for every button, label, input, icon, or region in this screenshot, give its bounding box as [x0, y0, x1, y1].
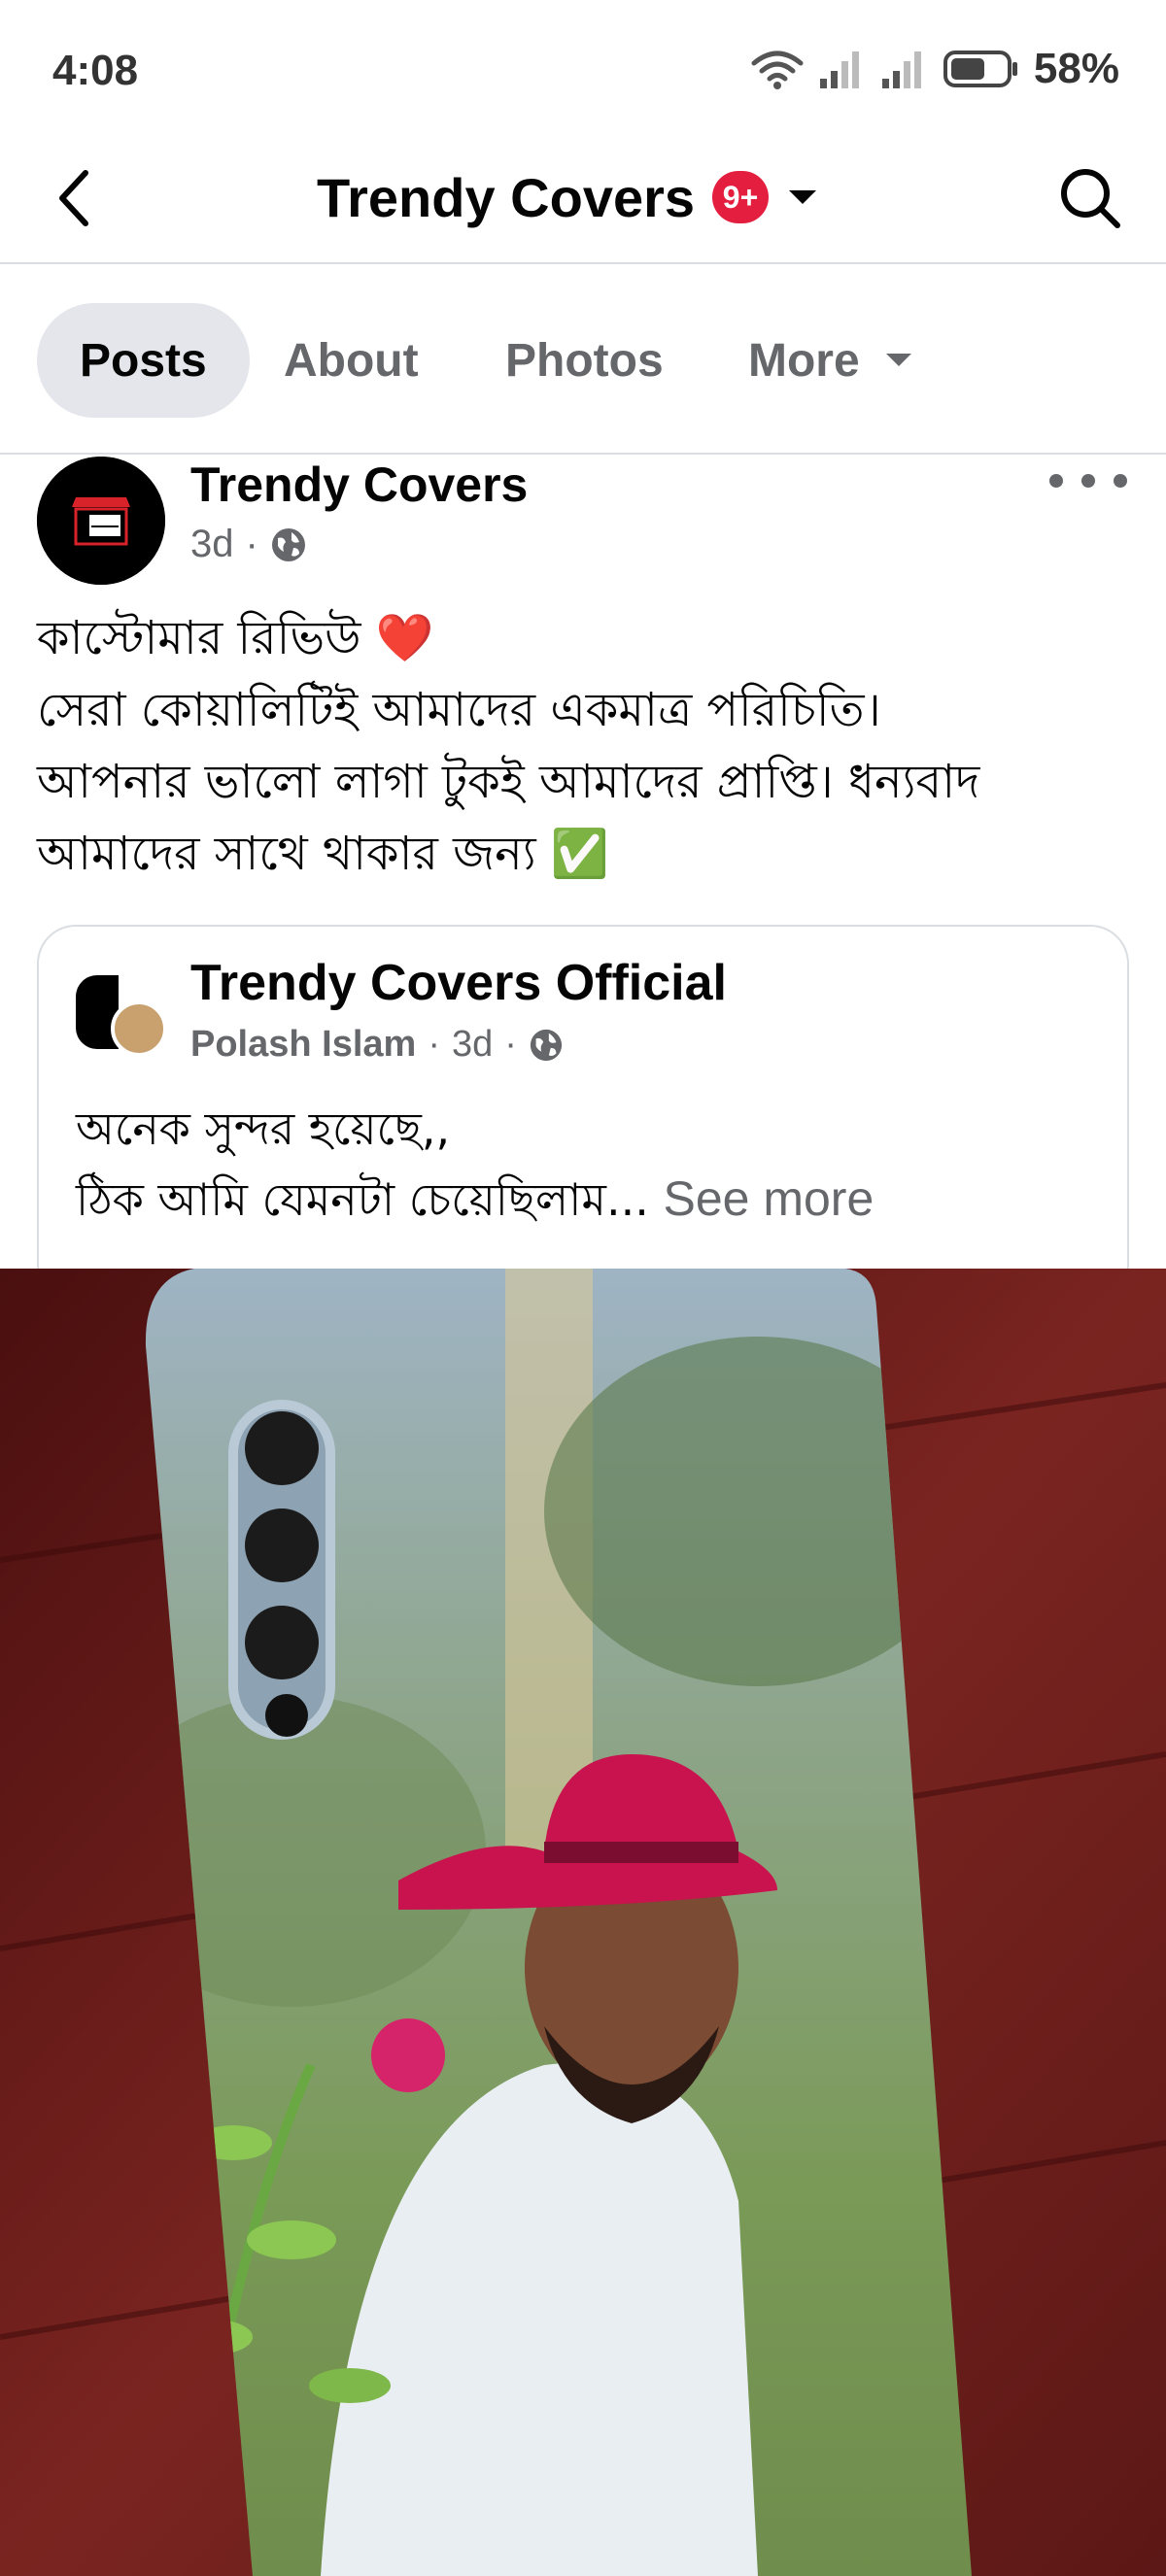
back-arrow-icon [59, 170, 88, 226]
status-bar: 4:08 58% [0, 0, 1166, 146]
page-title: Trendy Covers [317, 166, 696, 228]
post-line: আমাদের সাথে থাকার জন্য ✅ [37, 827, 609, 881]
post-line: কাস্টোমার রিভিউ ❤️ [37, 611, 434, 665]
meta-separator: · [504, 1024, 517, 1065]
shared-line: অনেক সুন্দর হয়েছে,, [76, 1102, 451, 1155]
shared-avatars [76, 966, 169, 1059]
post-time: 3d [190, 523, 234, 565]
post-line: আপনার ভালো লাগা টুকই আমাদের প্রাপ্তি। ধন… [37, 755, 980, 809]
signal-icon [881, 51, 921, 88]
page-logo [37, 457, 165, 585]
tab-about[interactable]: About [284, 303, 419, 418]
search-icon [1061, 169, 1120, 228]
battery-icon [943, 51, 1017, 87]
globe-icon [271, 527, 305, 561]
battery-percent: 58% [1033, 45, 1119, 92]
status-icons: 58% [750, 43, 1119, 95]
globe-icon [530, 1029, 563, 1061]
post-text: কাস্টোমার রিভিউ ❤️ সেরা কোয়ালিটিই আমাদে… [37, 602, 1135, 890]
meta-separator: · [428, 1024, 440, 1065]
search-button[interactable] [1053, 161, 1127, 235]
page-header: Trendy Covers 9+ [0, 146, 1166, 264]
post-line: সেরা কোয়ালিটিই আমাদের একমাত্র পরিচিতি। [37, 683, 881, 737]
see-more-link[interactable]: See more [663, 1171, 874, 1226]
tab-label: More [748, 334, 860, 387]
post-meta: 3d · [190, 523, 307, 566]
tab-more[interactable]: More [748, 303, 914, 418]
shared-line: ঠিক আমি যেমনটা চেয়েছিলাম... [76, 1173, 649, 1226]
tab-photos[interactable]: Photos [505, 303, 664, 418]
phone-cover-photo [0, 1269, 1166, 2576]
shared-group-name[interactable]: Trendy Covers Official [190, 954, 727, 1012]
shared-time: 3d [451, 1024, 494, 1065]
page-tabs: Posts About Photos More [0, 264, 1166, 455]
tab-label: About [284, 334, 419, 387]
chevron-down-icon [789, 190, 817, 204]
wifi-icon [751, 51, 804, 89]
tab-label: Posts [80, 334, 207, 387]
shared-text: অনেক সুন্দর হয়েছে,, ঠিক আমি যেমনটা চেয়… [76, 1094, 1106, 1235]
chevron-down-icon [885, 354, 911, 366]
notification-badge: 9+ [712, 171, 770, 223]
shared-poster[interactable]: Polash Islam [190, 1024, 416, 1066]
user-avatar [111, 1000, 167, 1057]
shared-meta: Polash Islam · 3d · [190, 1024, 564, 1066]
post-photo[interactable] [0, 1269, 1166, 2576]
tab-posts[interactable]: Posts [37, 303, 250, 418]
avatar[interactable] [37, 457, 165, 585]
shared-post-card[interactable]: Trendy Covers Official Polash Islam · 3d… [37, 925, 1129, 1313]
status-time: 4:08 [52, 47, 139, 94]
post-author[interactable]: Trendy Covers [190, 457, 528, 513]
page-title-dropdown[interactable]: Trendy Covers 9+ [317, 161, 819, 233]
back-button[interactable] [39, 163, 109, 233]
meta-separator: · [245, 523, 258, 565]
more-options-icon[interactable] [1049, 457, 1127, 505]
signal-icon [819, 51, 859, 88]
tab-label: Photos [505, 334, 664, 387]
